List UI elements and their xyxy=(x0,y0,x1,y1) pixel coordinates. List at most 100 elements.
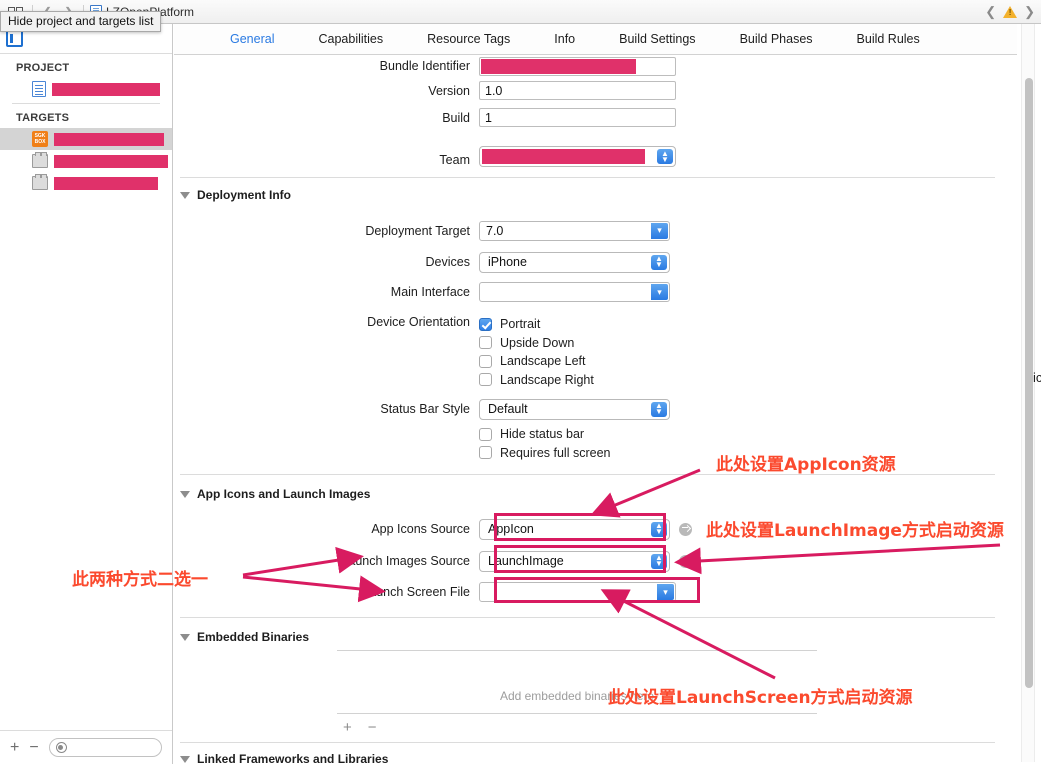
project-and-targets-sidebar: PROJECT TARGETS SGK BOX + − xyxy=(0,24,173,764)
launch-screen-file-combo[interactable]: ▾ xyxy=(479,582,676,602)
devices-label: Devices xyxy=(425,255,470,269)
hide-project-targets-list-button[interactable] xyxy=(6,30,23,47)
reveal-in-assets-icon-app-icons[interactable] xyxy=(679,522,692,536)
embedded-binaries-empty-hint: Add embedded binaries here xyxy=(499,689,655,703)
remove-embedded-binary-button[interactable]: − xyxy=(368,719,377,736)
main-interface-combo[interactable]: ▾ xyxy=(479,282,670,302)
status-bar-options-group: Hide status bar Requires full screen xyxy=(479,425,610,462)
status-bar-style-popup[interactable]: Default ▲ ▼ xyxy=(479,398,670,420)
section-embedded-binaries[interactable]: Embedded Binaries xyxy=(174,622,1017,650)
deployment-target-combo[interactable]: 7.0 ▾ xyxy=(479,220,670,241)
checkbox-hide-status-bar[interactable] xyxy=(479,427,492,441)
devices-popup[interactable]: iPhone ▲ ▼ xyxy=(479,251,670,273)
redacted-target-name-1 xyxy=(54,154,168,168)
label-landscape-right: Landscape Right xyxy=(500,372,594,387)
build-input[interactable]: 1 xyxy=(479,108,676,127)
stepper-icon-status-bar-style: ▲ ▼ xyxy=(651,401,667,417)
sidebar-target-item-0[interactable]: SGK BOX xyxy=(0,128,172,150)
team-popup[interactable]: ▲ ▼ xyxy=(479,146,676,167)
checkbox-requires-full-screen[interactable] xyxy=(479,446,492,460)
chevron-down-icon-launch-screen-file: ▾ xyxy=(657,584,674,600)
checkbox-row-requires-full-screen[interactable]: Requires full screen xyxy=(479,444,610,463)
label-landscape-left: Landscape Left xyxy=(500,354,586,369)
sidebar-footer: + − xyxy=(0,730,172,764)
build-label: Build xyxy=(442,110,470,125)
sidebar-project-item[interactable] xyxy=(0,78,172,100)
section-deployment-info[interactable]: Deployment Info xyxy=(174,182,1017,208)
sidebar-project-header: PROJECT xyxy=(16,62,70,74)
checkbox-row-hide-status-bar[interactable]: Hide status bar xyxy=(479,425,610,444)
app-icons-title: App Icons and Launch Images xyxy=(197,487,371,501)
sidebar-target-item-1[interactable] xyxy=(0,150,172,172)
row-launch-images-source: Launch Images Source LaunchImage ▲ ▼ xyxy=(174,545,1017,577)
warning-icon[interactable] xyxy=(1003,6,1018,18)
redacted-bundle-identifier xyxy=(481,58,636,74)
remove-target-button[interactable]: − xyxy=(29,739,38,756)
checkbox-row-landscape-left[interactable]: Landscape Left xyxy=(479,352,594,371)
add-embedded-binary-button[interactable]: + xyxy=(343,719,352,736)
divider-identity xyxy=(180,177,995,178)
row-launch-screen-file: Launch Screen File ▾ xyxy=(174,577,1017,607)
section-linked-frameworks[interactable]: Linked Frameworks and Libraries xyxy=(174,747,1017,764)
embedded-binaries-title: Embedded Binaries xyxy=(197,630,310,644)
launch-images-source-label: Launch Images Source xyxy=(341,554,470,568)
clipped-right-edge-text: ic xyxy=(1033,370,1041,385)
embedded-binaries-empty-area[interactable]: Add embedded binaries here xyxy=(337,651,817,713)
status-bar-style-value: Default xyxy=(488,402,528,416)
stepper-icon-launch-images-source: ▲ ▼ xyxy=(651,553,667,569)
sidebar-filter-input[interactable] xyxy=(48,738,162,757)
launch-images-source-value: LaunchImage xyxy=(488,554,564,568)
tab-resource-tags[interactable]: Resource Tags xyxy=(405,32,532,46)
reveal-in-assets-icon-launch-images[interactable] xyxy=(679,554,692,568)
tab-build-rules[interactable]: Build Rules xyxy=(835,32,942,46)
row-deployment-target: Deployment Target 7.0 ▾ xyxy=(174,214,1017,247)
vertical-scrollbar-thumb[interactable] xyxy=(1025,78,1033,688)
stepper-icon-app-icons-source: ▲ ▼ xyxy=(651,521,667,537)
deployment-target-value: 7.0 xyxy=(486,223,504,238)
checkbox-landscape-left[interactable] xyxy=(479,354,492,368)
checkbox-portrait[interactable] xyxy=(479,317,492,331)
sidebar-target-item-2[interactable] xyxy=(0,172,172,194)
launch-images-source-popup[interactable]: LaunchImage ▲ ▼ xyxy=(479,550,670,572)
row-main-interface: Main Interface ▾ xyxy=(174,277,1017,307)
divider-embedded-binaries xyxy=(180,742,995,743)
checkbox-row-landscape-right[interactable]: Landscape Right xyxy=(479,371,594,390)
tab-build-settings[interactable]: Build Settings xyxy=(597,32,717,46)
linked-frameworks-title: Linked Frameworks and Libraries xyxy=(197,752,389,764)
tab-capabilities[interactable]: Capabilities xyxy=(296,32,405,46)
stepper-icon-devices: ▲ ▼ xyxy=(651,254,667,270)
disclosure-triangle-icon-linked-frameworks[interactable] xyxy=(180,755,190,763)
checkbox-row-portrait[interactable]: Portrait xyxy=(479,315,594,334)
chevron-down-icon-deployment-target: ▾ xyxy=(651,222,668,239)
app-target-icon: SGK BOX xyxy=(32,131,48,147)
checkbox-landscape-right[interactable] xyxy=(479,373,492,387)
add-target-button[interactable]: + xyxy=(10,739,19,756)
editor-tab-bar: General Capabilities Resource Tags Info … xyxy=(174,24,1017,55)
app-icons-source-popup[interactable]: AppIcon ▲ ▼ xyxy=(479,518,670,540)
divider-deployment xyxy=(180,474,995,475)
label-hide-status-bar: Hide status bar xyxy=(500,427,585,442)
sidebar-targets-header: TARGETS xyxy=(16,112,70,124)
issue-next-icon[interactable]: ❯ xyxy=(1024,4,1035,20)
issue-previous-icon[interactable]: ❮ xyxy=(985,4,996,20)
tab-build-phases[interactable]: Build Phases xyxy=(718,32,835,46)
deployment-info-title: Deployment Info xyxy=(197,188,292,202)
project-document-icon xyxy=(32,81,46,97)
devices-value: iPhone xyxy=(488,255,527,269)
version-input[interactable]: 1.0 xyxy=(479,81,676,100)
checkbox-row-upside-down[interactable]: Upside Down xyxy=(479,334,594,353)
disclosure-triangle-icon-deployment[interactable] xyxy=(180,191,190,199)
embedded-binaries-controls: + − xyxy=(337,714,817,736)
tab-info[interactable]: Info xyxy=(532,32,597,46)
bundle-identifier-input[interactable] xyxy=(479,56,676,76)
divider-app-icons xyxy=(180,617,995,618)
checkbox-upside-down[interactable] xyxy=(479,336,492,350)
tab-general[interactable]: General xyxy=(208,32,296,46)
disclosure-triangle-icon-app-icons[interactable] xyxy=(180,490,190,498)
section-app-icons[interactable]: App Icons and Launch Images xyxy=(174,479,1017,507)
row-build: Build 1 xyxy=(174,104,1017,131)
vertical-scrollbar[interactable] xyxy=(1021,24,1035,762)
disclosure-triangle-icon-embedded-binaries[interactable] xyxy=(180,633,190,641)
app-icons-source-label: App Icons Source xyxy=(371,522,470,536)
general-settings-pane: Bundle Identifier Version 1.0 Build 1 Te… xyxy=(174,55,1017,764)
